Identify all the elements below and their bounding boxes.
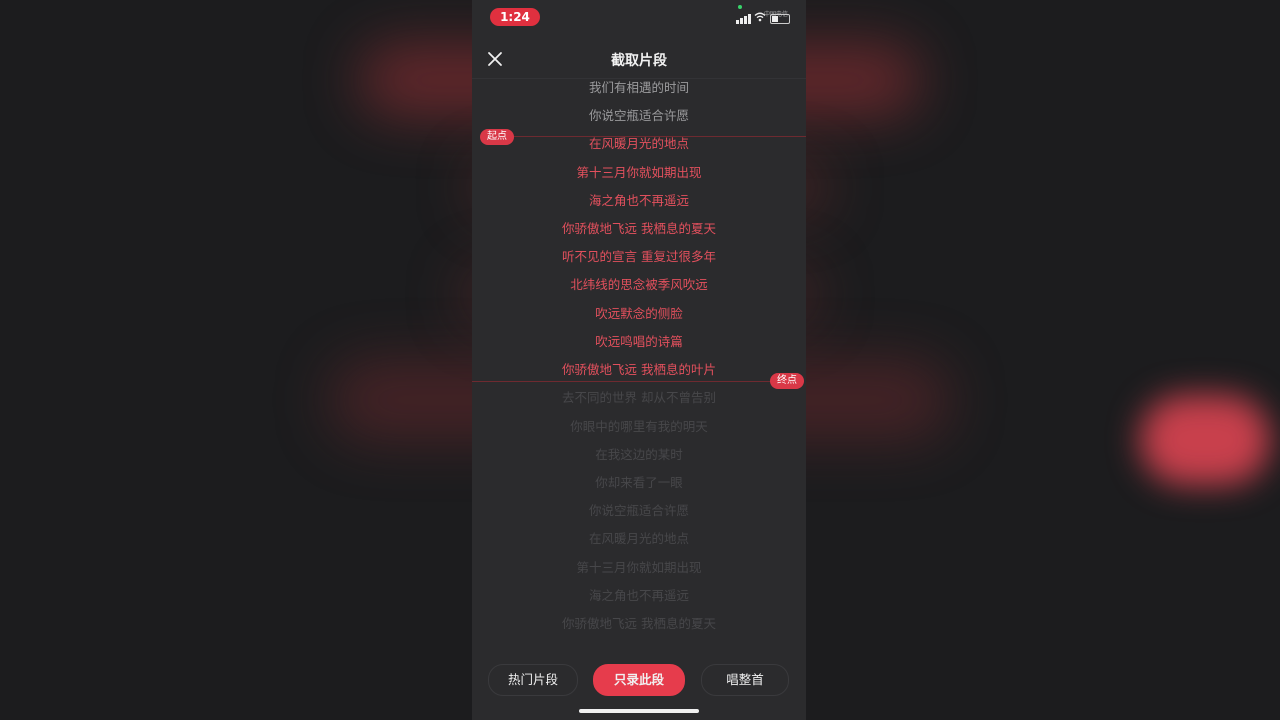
lyric-line[interactable]: 在我这边的某时 bbox=[472, 445, 806, 465]
lyric-line[interactable]: 你眼中的哪里有我的明天 bbox=[472, 417, 806, 437]
privacy-indicator-dot bbox=[738, 5, 742, 9]
lyric-line[interactable]: 在风暖月光的地点 bbox=[472, 529, 806, 549]
signal-icon bbox=[736, 13, 752, 24]
phone-screen: 1:24 中国电信 截取片段 我们有相遇的时间 你说空瓶适合许愿 在风暖月光的地… bbox=[472, 0, 806, 720]
hot-segment-button[interactable]: 热门片段 bbox=[488, 664, 578, 696]
lyric-line-selected[interactable]: 听不见的宣言 重复过很多年 bbox=[472, 247, 806, 267]
lyric-line-selected[interactable]: 在风暖月光的地点 bbox=[472, 134, 806, 154]
background-blur-blob bbox=[1140, 395, 1270, 485]
sing-full-button[interactable]: 唱整首 bbox=[701, 664, 789, 696]
lyric-line-selected[interactable]: 你骄傲地飞远 我栖息的叶片 bbox=[472, 360, 806, 380]
record-segment-button[interactable]: 只录此段 bbox=[593, 664, 685, 696]
status-bar: 1:24 中国电信 bbox=[472, 0, 806, 34]
lyric-line-selected[interactable]: 海之角也不再遥远 bbox=[472, 191, 806, 211]
lyric-line[interactable]: 我们有相遇的时间 bbox=[472, 78, 806, 98]
end-marker-line bbox=[472, 381, 772, 382]
battery-level bbox=[772, 16, 778, 22]
lyric-line[interactable]: 海之角也不再遥远 bbox=[472, 586, 806, 606]
lyric-line[interactable]: 第十三月你就如期出现 bbox=[472, 558, 806, 578]
status-time: 1:24 bbox=[490, 8, 540, 26]
end-marker-handle[interactable]: 终点 bbox=[770, 373, 804, 389]
lyrics-list[interactable]: 我们有相遇的时间 你说空瓶适合许愿 在风暖月光的地点 第十三月你就如期出现 海之… bbox=[472, 78, 806, 648]
lyric-line[interactable]: 你说空瓶适合许愿 bbox=[472, 501, 806, 521]
lyric-line-selected[interactable]: 北纬线的思念被季风吹远 bbox=[472, 275, 806, 295]
lyric-line-selected[interactable]: 第十三月你就如期出现 bbox=[472, 163, 806, 183]
bottom-action-bar: 热门片段 只录此段 唱整首 bbox=[472, 664, 806, 696]
wifi-icon bbox=[754, 12, 766, 24]
home-indicator[interactable] bbox=[579, 709, 699, 713]
battery-icon bbox=[770, 14, 790, 24]
lyric-line[interactable]: 去不同的世界 却从不曾告别 bbox=[472, 388, 806, 408]
lyric-line[interactable]: 你骄傲地飞远 我栖息的夏天 bbox=[472, 614, 806, 634]
start-marker-handle[interactable]: 起点 bbox=[480, 129, 514, 145]
lyric-line[interactable]: 你却来看了一眼 bbox=[472, 473, 806, 493]
header: 截取片段 bbox=[472, 40, 806, 79]
lyric-line-selected[interactable]: 吹远默念的侧脸 bbox=[472, 304, 806, 324]
lyric-line-selected[interactable]: 吹远鸣唱的诗篇 bbox=[472, 332, 806, 352]
start-marker-line bbox=[512, 136, 806, 137]
lyric-line-selected[interactable]: 你骄傲地飞远 我栖息的夏天 bbox=[472, 219, 806, 239]
lyric-line[interactable]: 你说空瓶适合许愿 bbox=[472, 106, 806, 126]
page-title: 截取片段 bbox=[611, 53, 667, 69]
